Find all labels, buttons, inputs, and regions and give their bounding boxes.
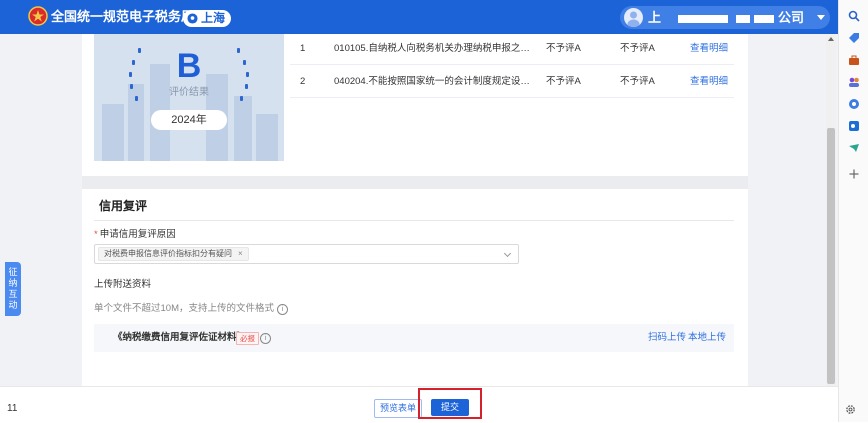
send-icon[interactable] — [848, 142, 860, 154]
reason-field-label: * 申请信用复评原因 — [94, 229, 176, 241]
info-icon[interactable]: i — [260, 333, 271, 344]
extension-icon[interactable] — [848, 98, 860, 110]
close-icon[interactable]: × — [238, 249, 243, 258]
side-tab-char: 动 — [8, 300, 18, 310]
interaction-side-tab[interactable]: 征 纳 互 动 — [5, 262, 21, 316]
section-underline — [94, 220, 734, 221]
table-row: 1 010105.自纳税人向税务机关办理纳税申报之日起不足3... 不予评A 不… — [290, 34, 734, 65]
user-name-start: 上 — [648, 10, 662, 25]
main-card: B 评价结果 2024年 1 010105.自纳税人向税务机关办理纳税申报之日起… — [82, 34, 748, 386]
gear-icon[interactable] — [845, 404, 856, 415]
upload-hint: 单个文件不超过10M，支持上传的文件格式 i — [94, 303, 288, 315]
user-name-end: 公司 — [778, 10, 805, 25]
building-illustration — [102, 104, 124, 161]
scroll-up-icon[interactable] — [828, 37, 834, 41]
row-description: 010105.自纳税人向税务机关办理纳税申报之日起不足3... — [334, 43, 534, 54]
redacted-name-block — [754, 15, 774, 23]
add-icon[interactable] — [848, 168, 860, 180]
scan-upload-link[interactable]: 扫码上传 — [648, 332, 686, 344]
row-index: 1 — [300, 43, 306, 54]
site-title[interactable]: 全国统一规范电子税务局 — [51, 9, 194, 25]
chevron-down-icon — [817, 15, 825, 20]
outlook-icon[interactable] — [848, 120, 860, 132]
page-scrollbar[interactable] — [826, 34, 836, 386]
user-menu[interactable]: 上 公司 — [620, 6, 830, 29]
preview-form-button[interactable]: 预览表单 — [374, 399, 422, 418]
document-name: 《纳税缴费信用复评佐证材料》 — [113, 332, 247, 343]
bottom-action-bar: 11 预览表单 提交 — [0, 386, 838, 423]
search-icon[interactable] — [848, 10, 860, 22]
required-badge: 必报 — [236, 332, 259, 345]
scrollbar-thumb[interactable] — [827, 128, 835, 384]
chevron-down-icon[interactable] — [503, 249, 512, 258]
rating-year: 2024年 — [151, 110, 227, 130]
building-illustration — [234, 96, 252, 161]
side-tab-char: 纳 — [8, 278, 18, 288]
view-details-link[interactable]: 查看明细 — [690, 67, 728, 97]
redacted-name-block — [678, 15, 728, 23]
briefcase-icon[interactable] — [848, 54, 860, 66]
table-row: 2 040204.不能按照国家统一的会计制度规定设置账簿，并... 不予评A 不… — [290, 67, 734, 98]
redacted-name-block — [736, 15, 750, 23]
submit-button[interactable]: 提交 — [431, 399, 469, 416]
tag-icon[interactable] — [848, 32, 860, 44]
row-result: 不予评A — [546, 43, 581, 54]
row-result: 不予评A — [620, 76, 655, 87]
view-details-link[interactable]: 查看明细 — [690, 34, 728, 64]
required-asterisk: * — [94, 229, 98, 240]
row-result: 不予评A — [620, 43, 655, 54]
location-pin-icon — [187, 13, 198, 24]
selected-reason-tag: 对税费申报信息评价指标扣分有疑问 × — [98, 247, 249, 261]
local-upload-link[interactable]: 本地上传 — [688, 332, 726, 344]
row-result: 不予评A — [546, 76, 581, 87]
credit-grade: B — [176, 47, 202, 85]
upload-document-row: 《纳税缴费信用复评佐证材料》 必报 i 扫码上传 本地上传 — [94, 324, 734, 352]
upload-section-title: 上传附送资料 — [94, 279, 152, 290]
building-illustration — [256, 114, 278, 161]
grade-caption: 评价结果 — [169, 87, 209, 98]
section-divider — [82, 176, 748, 189]
upload-hint-text: 单个文件不超过10M，支持上传的文件格式 — [94, 303, 274, 314]
selected-reason-text: 对税费申报信息评价指标扣分有疑问 — [104, 249, 232, 258]
tax-emblem-icon — [28, 6, 48, 26]
review-reason-select[interactable]: 对税费申报信息评价指标扣分有疑问 × — [94, 244, 519, 264]
people-icon[interactable] — [848, 76, 860, 88]
browser-sidebar — [838, 0, 868, 422]
rating-result-panel: B 评价结果 2024年 — [94, 34, 284, 161]
top-header: 全国统一规范电子税务局 上海 上 公司 — [0, 0, 838, 34]
user-avatar-icon — [624, 8, 643, 27]
info-icon[interactable]: i — [276, 303, 288, 315]
row-index: 2 — [300, 76, 306, 87]
side-tab-char: 征 — [8, 267, 18, 277]
credit-review-title: 信用复评 — [99, 199, 148, 213]
page-number: 11 — [7, 403, 18, 414]
reason-label-text: 申请信用复评原因 — [99, 229, 176, 240]
side-tab-char: 互 — [8, 289, 18, 299]
region-label: 上海 — [201, 11, 226, 25]
row-description: 040204.不能按照国家统一的会计制度规定设置账簿，并... — [334, 76, 534, 87]
region-selector[interactable]: 上海 — [183, 10, 232, 27]
